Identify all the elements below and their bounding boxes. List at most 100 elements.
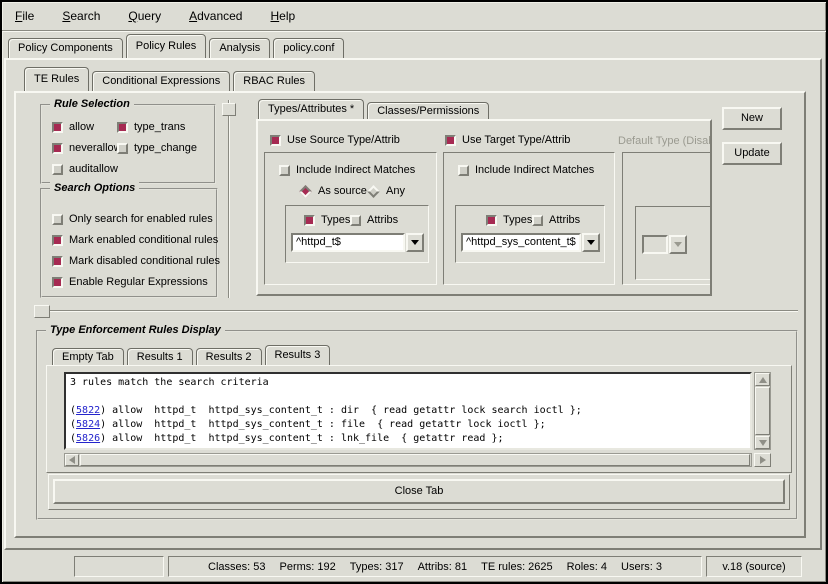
- radio-as-source[interactable]: As source: [299, 184, 367, 198]
- checkbox-allow[interactable]: allow: [52, 120, 94, 134]
- radio-any-indicator: [367, 185, 380, 198]
- policy-version-label: v.18 (source): [722, 561, 785, 573]
- search-options-title: Search Options: [50, 182, 139, 194]
- rule-link-5822[interactable]: 5822: [76, 405, 100, 416]
- checkbox-mark-disabled-indicator: [52, 256, 63, 267]
- menu-bar: File Search Query Advanced Help: [2, 2, 826, 30]
- checkbox-only-enabled-label: Only search for enabled rules: [69, 213, 213, 225]
- checkbox-allow-label: allow: [69, 121, 94, 133]
- new-button[interactable]: New: [722, 107, 782, 130]
- rule-text: ) allow httpd_t httpd_sys_content_t : ln…: [100, 433, 503, 444]
- checkbox-auditallow[interactable]: auditallow: [52, 162, 118, 176]
- status-panel-stats: Classes: 53 Perms: 192 Types: 317 Attrib…: [168, 556, 702, 577]
- checkbox-allow-indicator: [52, 122, 63, 133]
- menu-file[interactable]: File: [12, 7, 37, 25]
- radio-any-label: Any: [386, 185, 405, 197]
- checkbox-regex-label: Enable Regular Expressions: [69, 276, 208, 288]
- close-tab-button[interactable]: Close Tab: [53, 479, 785, 504]
- menu-query[interactable]: Query: [125, 7, 164, 25]
- tab-results-2[interactable]: Results 2: [196, 348, 262, 365]
- checkbox-only-enabled[interactable]: Only search for enabled rules: [52, 212, 213, 226]
- checkbox-source-types-label: Types: [321, 214, 350, 226]
- tab-policy-rules[interactable]: Policy Rules: [126, 34, 207, 58]
- results-text-area[interactable]: 3 rules match the search criteria (5822)…: [64, 372, 752, 450]
- rule-link-5824[interactable]: 5824: [76, 419, 100, 430]
- default-type-combobox: [642, 235, 687, 254]
- results-summary-line: 3 rules match the search criteria: [70, 376, 746, 390]
- rule-link-5826[interactable]: 5826: [76, 433, 100, 444]
- default-type-inner-frame: [635, 206, 712, 280]
- radio-as-source-label: As source: [318, 185, 367, 197]
- tab-te-rules[interactable]: TE Rules: [24, 67, 89, 91]
- tab-empty[interactable]: Empty Tab: [52, 348, 124, 365]
- tab-results-3[interactable]: Results 3: [265, 345, 331, 365]
- scroll-left-button[interactable]: [65, 454, 79, 466]
- stat-perms: Perms: 192: [280, 561, 336, 573]
- checkbox-use-source[interactable]: Use Source Type/Attrib: [270, 133, 400, 147]
- results-hscrollbar[interactable]: [64, 453, 752, 467]
- tab-rbac-rules[interactable]: RBAC Rules: [233, 71, 315, 91]
- rules-tab-bar: TE Rules Conditional Expressions RBAC Ru…: [24, 68, 315, 91]
- scroll-down-button[interactable]: [755, 436, 770, 449]
- checkbox-use-target[interactable]: Use Target Type/Attrib: [445, 133, 570, 147]
- radio-any[interactable]: Any: [367, 184, 405, 198]
- checkbox-regex[interactable]: Enable Regular Expressions: [52, 275, 208, 289]
- tab-policy-conf[interactable]: policy.conf: [273, 38, 344, 58]
- vertical-sash-handle[interactable]: [222, 103, 236, 116]
- checkbox-source-indirect-indicator: [279, 165, 290, 176]
- checkbox-type-change[interactable]: type_change: [117, 141, 197, 155]
- checkbox-source-indirect[interactable]: Include Indirect Matches: [279, 163, 415, 177]
- checkbox-neverallow-label: neverallow: [69, 142, 122, 154]
- close-tab-container: Close Tab: [48, 474, 790, 510]
- checkbox-source-attribs[interactable]: Attribs: [350, 213, 398, 227]
- menu-search[interactable]: Search: [59, 7, 103, 25]
- results-tab-bar: Empty Tab Results 1 Results 2 Results 3: [52, 342, 330, 365]
- default-type-dropdown-button: [669, 235, 687, 254]
- results-rule-line: (5826) allow httpd_t httpd_sys_content_t…: [70, 432, 746, 446]
- checkbox-mark-disabled[interactable]: Mark disabled conditional rules: [52, 254, 220, 268]
- rule-selection-group: Rule Selection allow type_trans neverall…: [40, 104, 216, 184]
- scroll-right-button[interactable]: [754, 453, 771, 467]
- types-attrs-tab-bar: Types/Attributes * Classes/Permissions: [258, 100, 489, 119]
- tab-results-1[interactable]: Results 1: [127, 348, 193, 365]
- target-type-entry[interactable]: ^httpd_sys_content_t$: [461, 233, 581, 252]
- checkbox-mark-enabled[interactable]: Mark enabled conditional rules: [52, 233, 218, 247]
- menu-help[interactable]: Help: [267, 7, 298, 25]
- rule-text: ) allow httpd_t httpd_sys_content_t : fi…: [100, 419, 546, 430]
- source-type-entry[interactable]: ^httpd_t$: [291, 233, 405, 252]
- target-type-combobox: ^httpd_sys_content_t$: [461, 233, 600, 252]
- checkbox-target-types[interactable]: Types: [486, 213, 532, 227]
- checkbox-type-trans[interactable]: type_trans: [117, 120, 185, 134]
- checkbox-neverallow-indicator: [52, 143, 63, 154]
- hscroll-thumb[interactable]: [80, 454, 750, 466]
- scroll-up-button[interactable]: [755, 373, 770, 386]
- target-type-dropdown-button[interactable]: [582, 233, 600, 252]
- checkbox-target-attribs-indicator: [532, 215, 543, 226]
- source-frame: Include Indirect Matches As source Any T…: [264, 152, 437, 285]
- update-button[interactable]: Update: [722, 142, 782, 165]
- checkbox-auditallow-indicator: [52, 164, 63, 175]
- checkbox-target-types-label: Types: [503, 214, 532, 226]
- menu-advanced[interactable]: Advanced: [186, 7, 245, 25]
- arrow-up-icon: [759, 377, 767, 383]
- vscroll-thumb[interactable]: [755, 387, 770, 435]
- tab-analysis[interactable]: Analysis: [209, 38, 270, 58]
- results-vscrollbar[interactable]: [754, 372, 771, 450]
- checkbox-target-indirect[interactable]: Include Indirect Matches: [458, 163, 594, 177]
- tab-policy-components[interactable]: Policy Components: [8, 38, 123, 58]
- tab-classes-permissions[interactable]: Classes/Permissions: [367, 102, 489, 119]
- apol-window: File Search Query Advanced Help Policy C…: [0, 0, 828, 584]
- checkbox-target-attribs[interactable]: Attribs: [532, 213, 580, 227]
- checkbox-mark-enabled-label: Mark enabled conditional rules: [69, 234, 218, 246]
- source-type-dropdown-button[interactable]: [406, 233, 424, 252]
- checkbox-only-enabled-indicator: [52, 214, 63, 225]
- checkbox-source-types[interactable]: Types: [304, 213, 350, 227]
- checkbox-neverallow[interactable]: neverallow: [52, 141, 122, 155]
- tab-types-attributes[interactable]: Types/Attributes *: [258, 99, 364, 119]
- radio-as-source-indicator: [299, 185, 312, 198]
- checkbox-target-types-indicator: [486, 215, 497, 226]
- tab-conditional-expressions[interactable]: Conditional Expressions: [92, 71, 230, 91]
- horizontal-sash-handle[interactable]: [34, 305, 50, 318]
- horizontal-sash-line: [50, 310, 798, 312]
- stat-users: Users: 3: [621, 561, 662, 573]
